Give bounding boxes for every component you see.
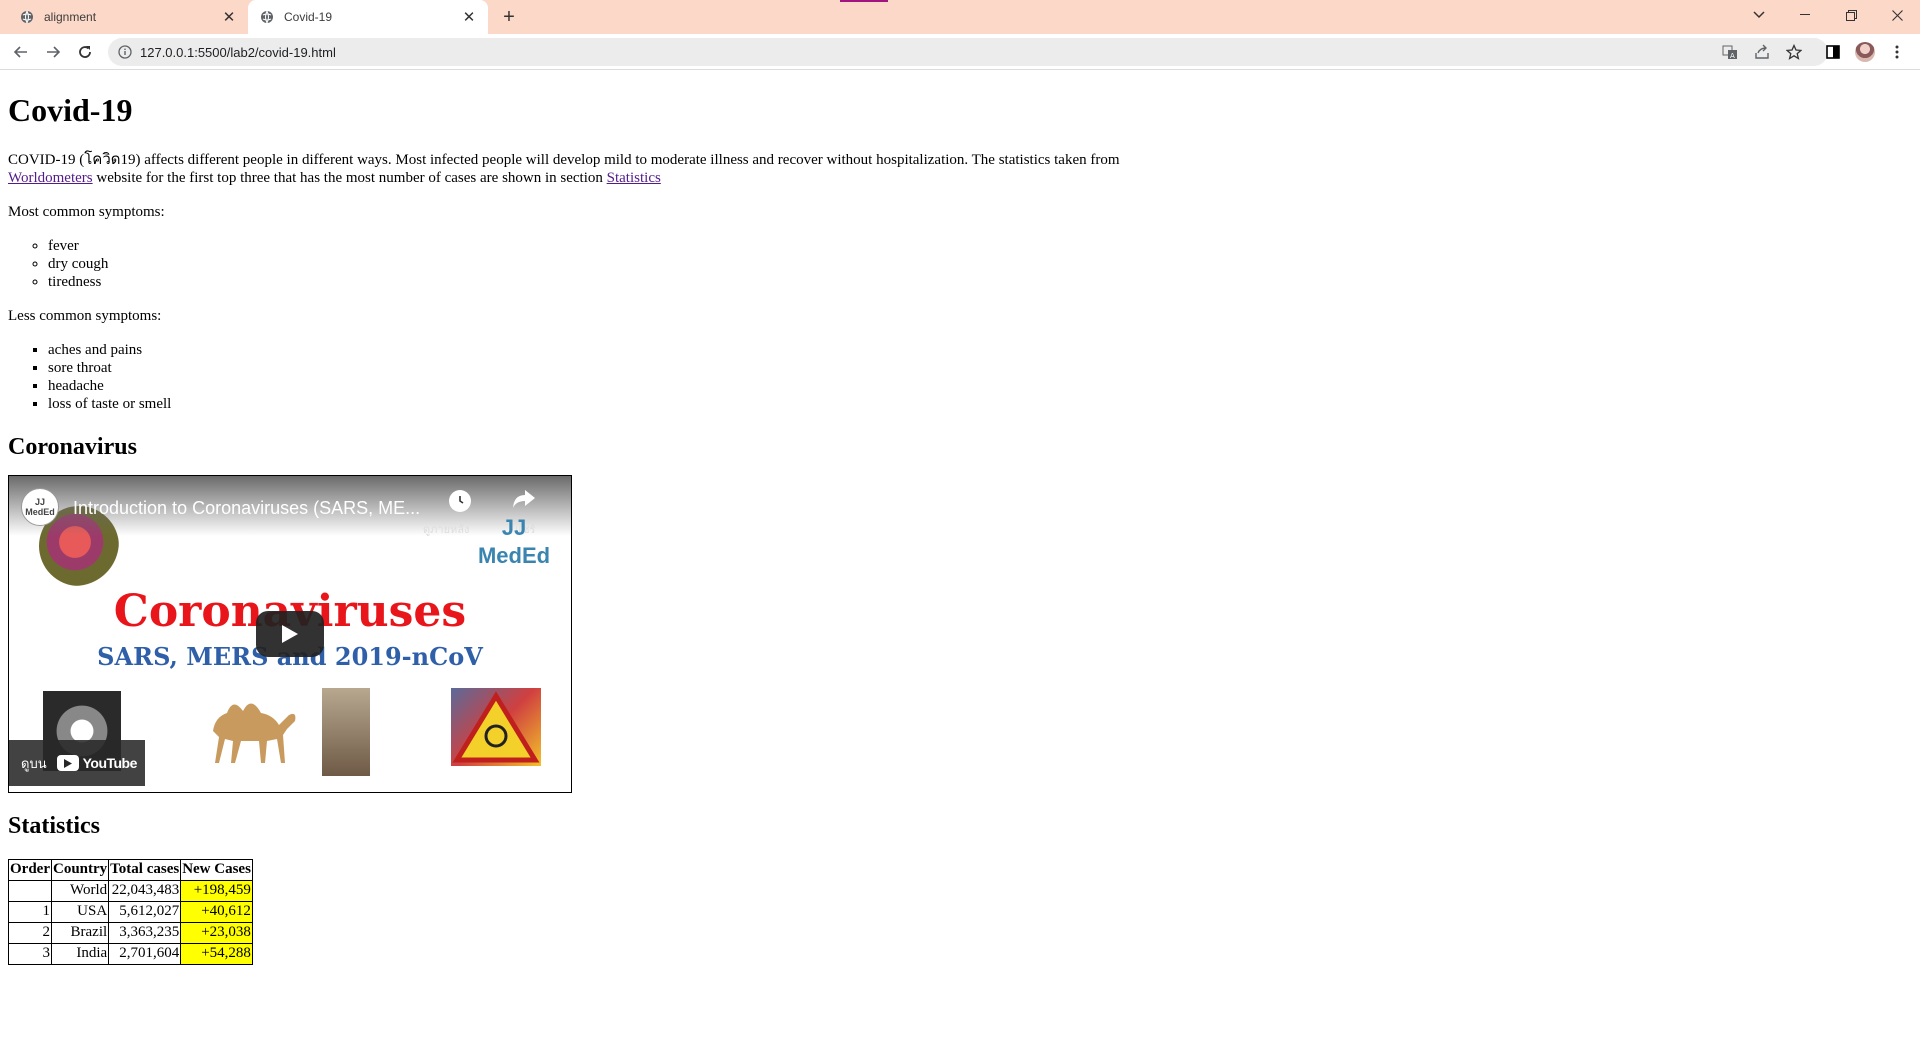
svg-text:A: A: [1730, 52, 1735, 60]
table-row: 1 USA 5,612,027 +40,612: [8, 900, 253, 923]
back-icon[interactable]: [8, 39, 34, 65]
new-cases-cell: +198,459: [180, 879, 253, 902]
total-cases-cell: 2,701,604: [108, 942, 182, 965]
order-cell: 2: [8, 921, 52, 944]
watch-later-icon[interactable]: [449, 490, 471, 513]
intro-paragraph: COVID-19 (โควิด19) affects different peo…: [8, 151, 1908, 187]
total-cases-cell: 5,612,027: [108, 900, 182, 923]
side-panel-icon[interactable]: [1820, 39, 1846, 65]
camel-image: [205, 691, 301, 769]
menu-kebab-icon[interactable]: [1884, 39, 1910, 65]
column-header-new-cases: New Cases: [180, 858, 253, 881]
order-cell: 3: [8, 942, 52, 965]
globe-icon: [20, 10, 34, 24]
less-common-symptoms-label: Less common symptoms:: [8, 307, 162, 324]
video-title[interactable]: Introduction to Coronaviruses (SARS, ME.…: [73, 498, 420, 519]
list-item: fever: [48, 237, 1908, 255]
new-cases-cell: +23,038: [180, 921, 253, 944]
list-item: loss of taste or smell: [48, 395, 1908, 413]
intro-text-middle: website for the first top three that has…: [96, 169, 603, 186]
tab-alignment[interactable]: alignment ✕: [8, 0, 248, 34]
close-icon[interactable]: [1874, 0, 1920, 30]
statistics-table: Order Country Total cases New Cases Worl…: [8, 858, 253, 965]
tab-search-icon[interactable]: [1736, 0, 1782, 30]
restore-icon[interactable]: [1828, 0, 1874, 30]
profile-avatar[interactable]: [1852, 39, 1878, 65]
globe-icon: [260, 10, 274, 24]
total-cases-cell: 22,043,483: [108, 879, 182, 902]
column-header-order: Order: [8, 858, 52, 881]
table-row: 3 India 2,701,604 +54,288: [8, 942, 253, 965]
new-tab-button[interactable]: +: [496, 4, 522, 30]
translate-icon[interactable]: A: [1720, 42, 1740, 62]
minimize-icon[interactable]: [1782, 0, 1828, 30]
play-button[interactable]: [256, 611, 324, 658]
page-content: Covid-19 COVID-19 (โควิด19) affects diff…: [8, 71, 1908, 965]
table-row: World 22,043,483 +198,459: [8, 879, 253, 902]
country-cell: USA: [50, 900, 110, 923]
intro-text-before: COVID-19 (โควิด19) affects different peo…: [8, 151, 1120, 168]
total-cases-cell: 3,363,235: [108, 921, 182, 944]
youtube-wordmark: YouTube: [82, 755, 138, 772]
table-row: 2 Brazil 3,363,235 +23,038: [8, 921, 253, 944]
url-text: 127.0.0.1:5500/lab2/covid-19.html: [140, 44, 336, 60]
new-cases-cell: +54,288: [180, 942, 253, 965]
list-item: headache: [48, 377, 1908, 395]
list-item: sore throat: [48, 359, 1908, 377]
order-cell: 1: [8, 900, 52, 923]
watch-on-label: ดูบน: [21, 755, 47, 771]
close-tab-icon[interactable]: ✕: [218, 6, 240, 28]
site-info-icon[interactable]: [118, 45, 132, 59]
share-icon[interactable]: [1752, 42, 1772, 62]
common-symptoms-list: fever dry cough tiredness: [8, 237, 1908, 291]
order-cell: [8, 879, 52, 902]
page-title: Covid-19: [8, 92, 133, 128]
reload-icon[interactable]: [72, 39, 98, 65]
tab-title: Covid-19: [284, 10, 333, 24]
youtube-logo-icon: YouTube: [56, 755, 138, 772]
bookmark-star-icon[interactable]: [1784, 42, 1804, 62]
browser-toolbar: 127.0.0.1:5500/lab2/covid-19.html A: [0, 34, 1920, 70]
youtube-video-embed[interactable]: JJ MedEd Introduction to Coronaviruses (S…: [8, 475, 572, 794]
tab-title: alignment: [44, 10, 97, 24]
brand-logo: JJ MedEd: [477, 515, 551, 569]
watch-on-youtube-button[interactable]: ดูบน YouTube: [9, 740, 145, 787]
column-header-total-cases: Total cases: [108, 858, 182, 881]
close-tab-icon[interactable]: ✕: [458, 6, 480, 28]
country-cell: World: [50, 879, 110, 902]
forward-icon[interactable]: [40, 39, 66, 65]
tab-covid-19[interactable]: Covid-19 ✕: [248, 0, 488, 34]
bat-image: [322, 688, 370, 777]
country-cell: India: [50, 942, 110, 965]
table-header-row: Order Country Total cases New Cases: [8, 858, 253, 881]
share-arrow-icon[interactable]: [511, 488, 537, 510]
list-item: tiredness: [48, 273, 1908, 291]
new-cases-cell: +40,612: [180, 900, 253, 923]
statistics-heading: Statistics: [8, 813, 100, 840]
biohazard-image: [451, 688, 541, 767]
coronavirus-heading: Coronavirus: [8, 433, 137, 460]
country-cell: Brazil: [50, 921, 110, 944]
address-bar[interactable]: 127.0.0.1:5500/lab2/covid-19.html A: [108, 38, 1828, 66]
list-item: dry cough: [48, 255, 1908, 273]
statistics-link[interactable]: Statistics: [607, 170, 661, 186]
column-header-country: Country: [50, 858, 110, 881]
watch-later-label: ดูภายหลัง: [423, 524, 470, 537]
less-common-symptoms-list: aches and pains sore throat headache los…: [8, 341, 1908, 413]
tab-indicator: [840, 0, 888, 2]
common-symptoms-label: Most common symptoms:: [8, 203, 165, 220]
worldometers-link[interactable]: Worldometers: [8, 170, 93, 186]
list-item: aches and pains: [48, 341, 1908, 359]
tab-strip: alignment ✕ Covid-19 ✕ +: [0, 0, 1920, 34]
